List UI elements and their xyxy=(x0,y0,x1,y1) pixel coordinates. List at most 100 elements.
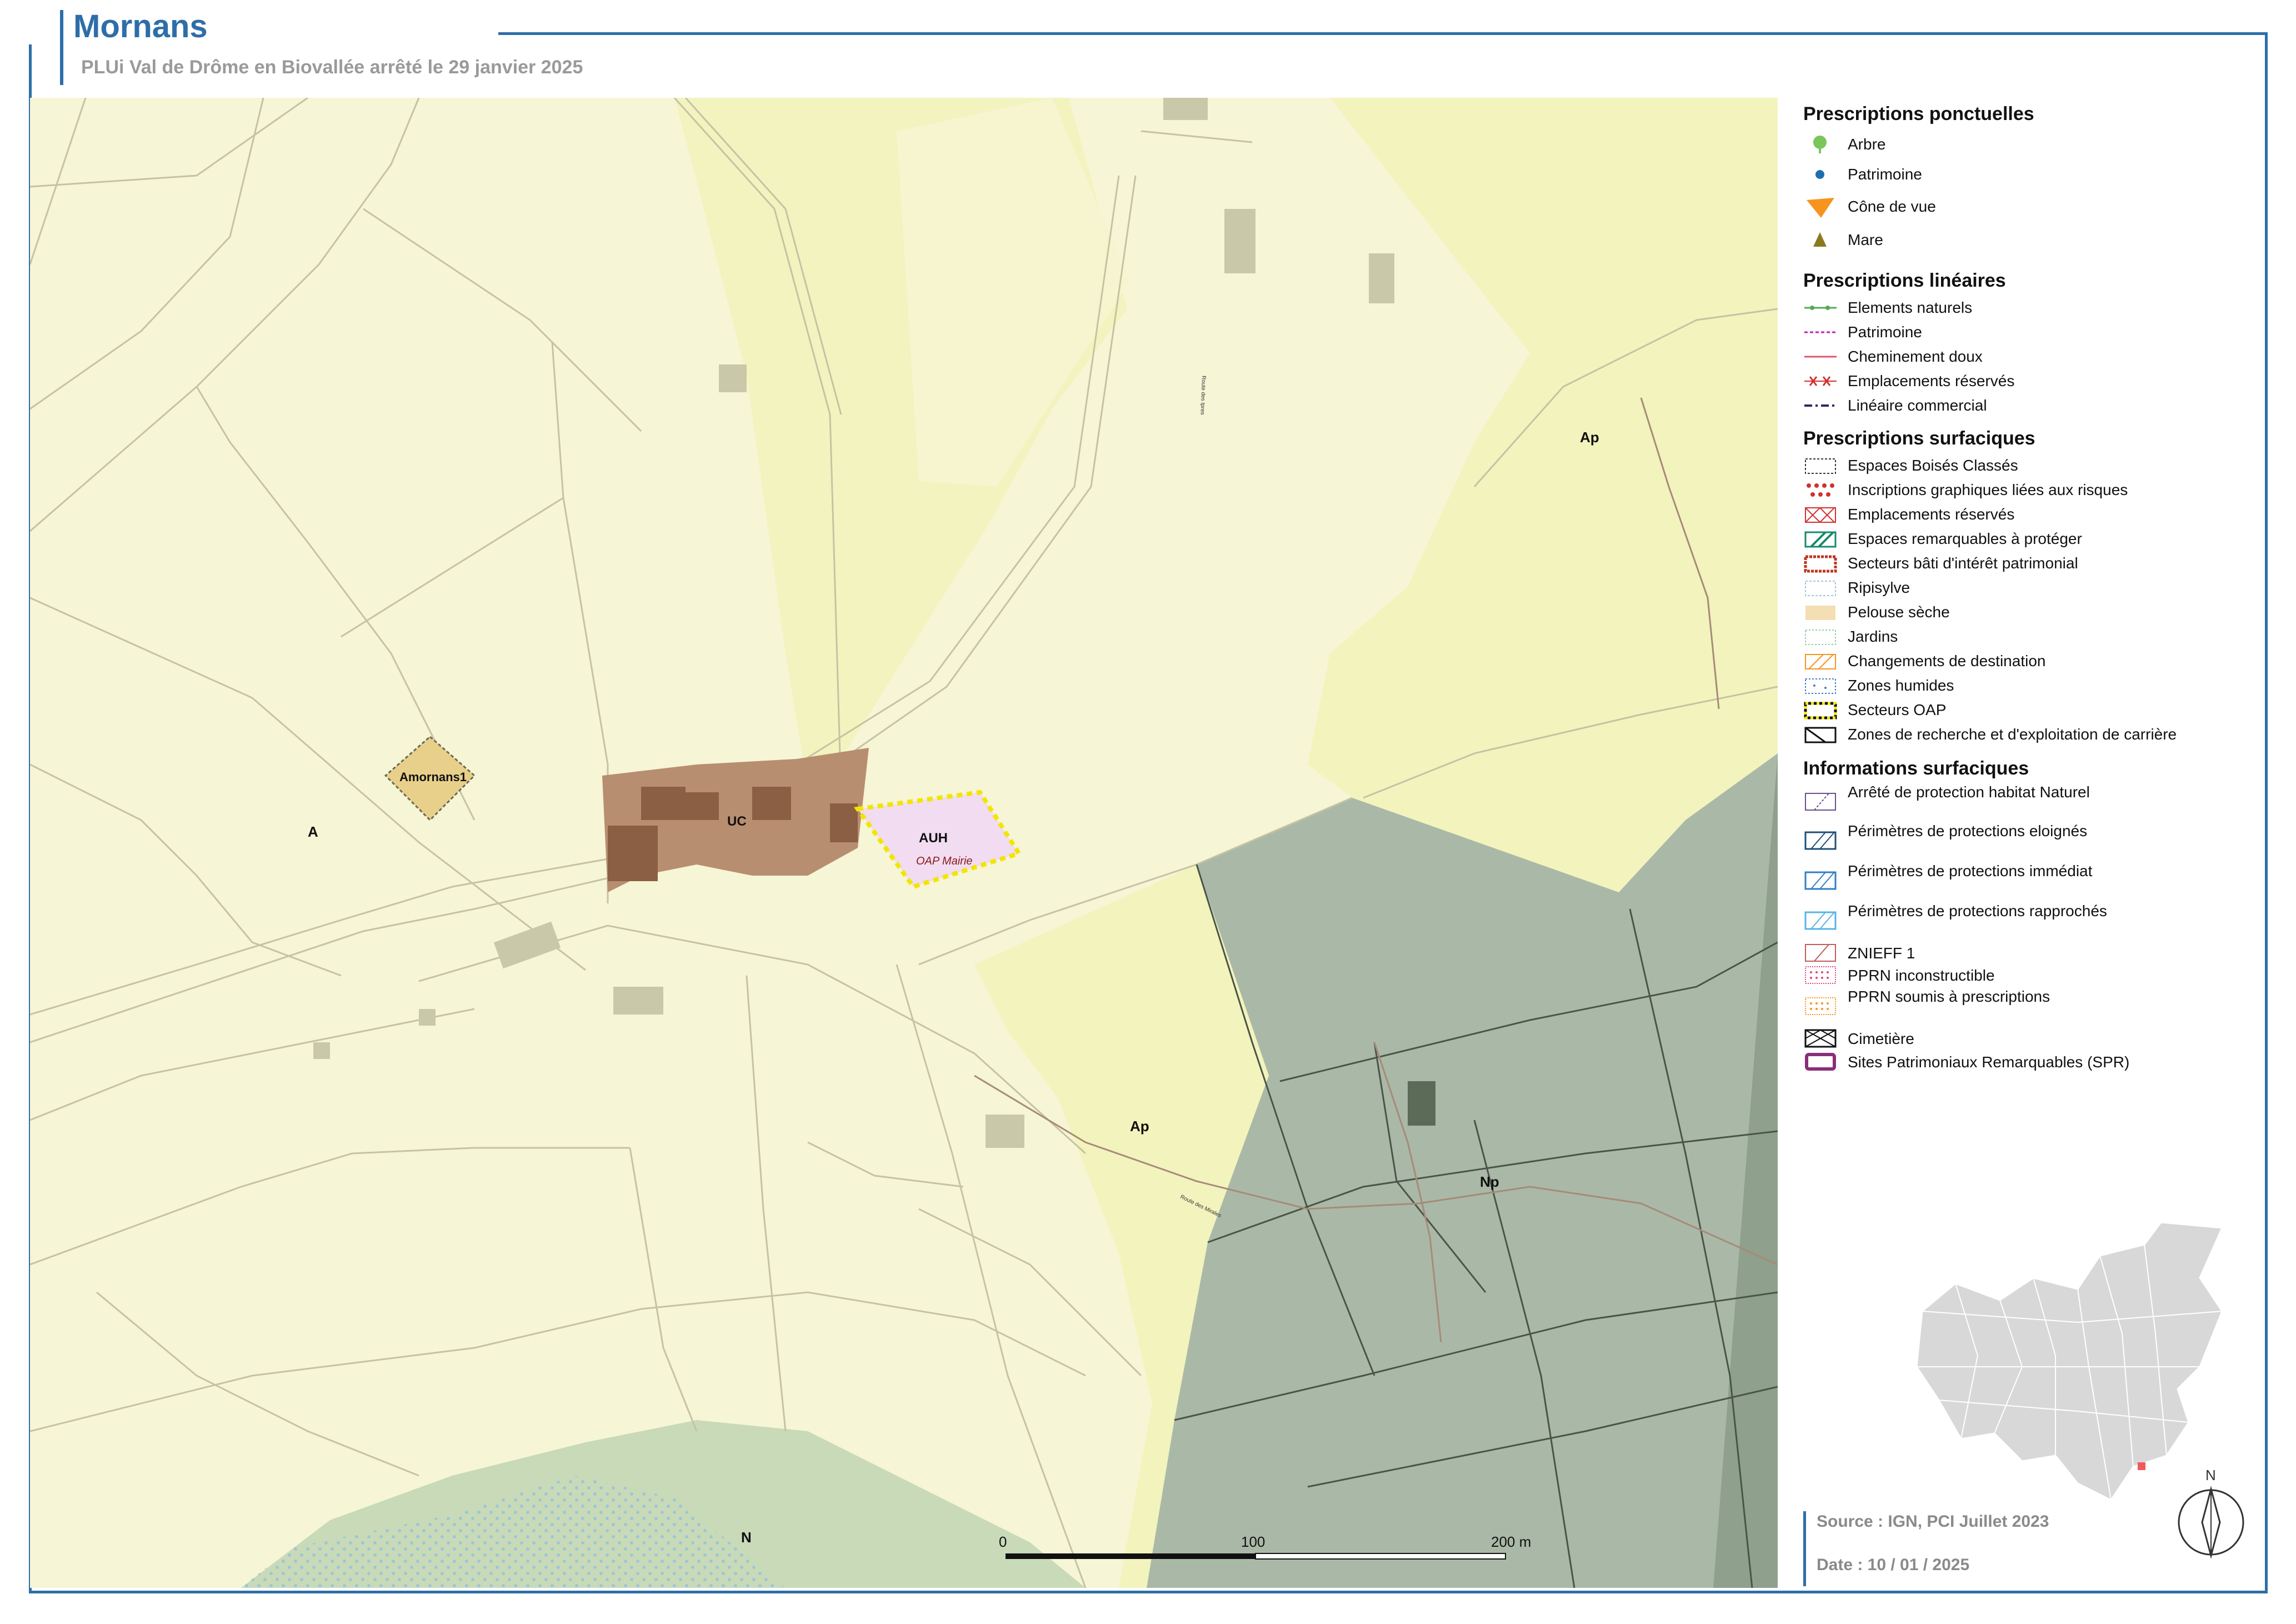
legend-item-label: Sites Patrimoniaux Remarquables (SPR) xyxy=(1848,1053,2130,1071)
legend-section-title: Prescriptions ponctuelles xyxy=(1803,103,2034,124)
legend-item-mare: Mare xyxy=(1803,228,2259,252)
legend-item-pprn-inconstructible: PPRN inconstructible xyxy=(1803,963,2259,988)
legend-item-label: Cheminement doux xyxy=(1848,348,1983,365)
orange-hatch-icon xyxy=(1805,654,1836,669)
legend-item-label: PPRN soumis à prescriptions xyxy=(1848,988,2050,1005)
wetland-icon xyxy=(1805,678,1836,694)
legend-item-label: Zones de recherche et d'exploitation de … xyxy=(1848,726,2177,743)
risk-dots-icon xyxy=(1805,483,1835,498)
legend-item-label: PPRN inconstructible xyxy=(1848,967,1995,984)
date-text: Date : 10 / 01 / 2025 xyxy=(1817,1556,1970,1574)
quarry-icon xyxy=(1804,727,1837,743)
legend-item-label: Espaces Boisés Classés xyxy=(1848,457,2018,474)
legend-item-zones-humides: Zones humides xyxy=(1803,673,2259,698)
legend-item-spr: Sites Patrimoniaux Remarquables (SPR) xyxy=(1803,1050,2259,1075)
spr-icon xyxy=(1805,1053,1836,1071)
legend-item-label: Cône de vue xyxy=(1848,198,1936,215)
legend-item-espaces-remarquables: Espaces remarquables à protéger xyxy=(1803,527,2259,551)
dotted-green-line-icon xyxy=(1804,306,1837,310)
zone-label-np: Np xyxy=(1480,1173,1499,1190)
legend-item-znieff: ZNIEFF 1 xyxy=(1803,941,2259,966)
legend-item-label: Elements naturels xyxy=(1848,299,1973,316)
legend-item-label: Périmètres de protections eloignés xyxy=(1848,822,2088,840)
dot-icon xyxy=(1815,170,1824,179)
legend-item-label: Jardins xyxy=(1848,628,1898,645)
lightblue-hatch-icon xyxy=(1804,911,1837,930)
legend-item-patrimoine-line: Patrimoine xyxy=(1803,320,2259,344)
zone-label-a: A xyxy=(308,823,318,840)
legend-item-pelouse-seche: Pelouse sèche xyxy=(1803,600,2259,624)
reserved-hatch-icon xyxy=(1805,507,1836,523)
ripisylve-icon xyxy=(1805,581,1836,596)
source-accent-bar xyxy=(1803,1511,1806,1586)
legend-item-bati-patrimonial: Secteurs bâti d'intérêt patrimonial xyxy=(1803,551,2259,576)
legend-item-label: Ripisylve xyxy=(1848,579,1910,596)
legend-item-risques: Inscriptions graphiques liées aux risque… xyxy=(1803,478,2259,502)
legend-item-arrete-protection: Arrêté de protection habitat Naturel xyxy=(1803,783,2259,815)
oap-border-icon xyxy=(1804,702,1837,719)
legend-item-jardins: Jardins xyxy=(1803,624,2259,649)
legend-item-label: Emplacements réservés xyxy=(1848,506,2015,523)
source-text: Source : IGN, PCI Juillet 2023 xyxy=(1817,1512,2049,1531)
north-arrow: N xyxy=(2178,1467,2244,1559)
scale-label-100: 100 xyxy=(1241,1533,1265,1550)
darkblue-hatch-icon xyxy=(1804,831,1837,850)
oap-label: OAP Mairie xyxy=(916,855,973,867)
north-label: N xyxy=(2205,1467,2216,1483)
legend-section-title: Prescriptions surfaciques xyxy=(1803,428,2035,449)
znieff-hatch-icon xyxy=(1805,944,1836,962)
legend-item-label: Périmètres de protections immédiat xyxy=(1848,862,2093,880)
pprn-orange-icon xyxy=(1805,997,1836,1015)
purple-hatch-icon xyxy=(1805,793,1836,811)
page-title: Mornans xyxy=(73,8,208,44)
legend-item-label: Changements de destination xyxy=(1848,652,2046,669)
legend-item-ebc: Espaces Boisés Classés xyxy=(1803,453,2259,478)
zone-label-auh: AUH xyxy=(919,831,948,846)
legend-item-ripisylve: Ripisylve xyxy=(1803,576,2259,600)
legend-item-label: Secteurs OAP xyxy=(1848,701,1947,718)
dashdot-line-icon xyxy=(1804,404,1837,407)
tree-icon xyxy=(1813,136,1827,153)
zone-np xyxy=(1147,753,1778,1588)
view-cone-icon xyxy=(1807,198,1834,218)
site-label: Amornans1 xyxy=(399,770,467,784)
legend-item-label: Espaces remarquables à protéger xyxy=(1848,530,2082,547)
map-svg[interactable]: A Ap Ap Np N UC AUH OAP Mairie Amornans1… xyxy=(30,98,1778,1588)
legend-item-lineaire-commercial: Linéaire commercial xyxy=(1803,393,2259,418)
legend-item-label: ZNIEFF 1 xyxy=(1848,945,1915,962)
jardins-icon xyxy=(1805,629,1836,645)
legend-item-perimetres-eloignes: Périmètres de protections eloignés xyxy=(1803,822,2259,853)
legend-item-label: Emplacements réservés xyxy=(1848,372,2015,389)
cemetery-icon xyxy=(1804,1029,1837,1048)
scale-label-0: 0 xyxy=(999,1533,1007,1550)
legend-item-label: Patrimoine xyxy=(1848,323,1922,341)
zone-label-n: N xyxy=(741,1529,752,1546)
legend-item-label: Arbre xyxy=(1848,136,1886,153)
legend-item-label: Inscriptions graphiques liées aux risque… xyxy=(1848,481,2128,498)
map-canvas[interactable]: A Ap Ap Np N UC AUH OAP Mairie Amornans1… xyxy=(30,98,1778,1588)
legend-item-elements-naturels: Elements naturels xyxy=(1803,296,2259,320)
locator-highlight xyxy=(2138,1462,2145,1470)
legend-item-arbre: Arbre xyxy=(1803,132,2259,157)
legend-item-label: Mare xyxy=(1848,231,1883,248)
ebc-icon xyxy=(1805,458,1836,474)
heritage-border-icon xyxy=(1804,555,1837,573)
legend-item-perimetres-rapproches: Périmètres de protections rapprochés xyxy=(1803,902,2259,933)
title-accent-bar xyxy=(60,10,63,85)
locator-territory xyxy=(1915,1222,2224,1501)
legend-item-label: Linéaire commercial xyxy=(1848,397,1987,414)
legend-item-cheminement-doux: Cheminement doux xyxy=(1803,344,2259,369)
legend-section-title: Prescriptions linéaires xyxy=(1803,270,2006,291)
legend-item-label: Zones humides xyxy=(1848,677,1954,694)
pprn-red-icon xyxy=(1805,966,1836,984)
legend-item-label: Cimetière xyxy=(1848,1030,1914,1047)
zone-label-ap-east: Ap xyxy=(1580,429,1599,446)
legend-item-changements-destination: Changements de destination xyxy=(1803,649,2259,673)
legend-item-cimetiere: Cimetière xyxy=(1803,1027,2259,1051)
legend-item-secteurs-oap: Secteurs OAP xyxy=(1803,698,2259,722)
legend-item-pprn-prescriptions: PPRN soumis à prescriptions xyxy=(1803,988,2259,1019)
crossed-line-icon xyxy=(1804,376,1837,386)
zone-label-uc: UC xyxy=(727,814,747,829)
green-hatch-icon xyxy=(1804,531,1837,548)
legend-section-title: Informations surfaciques xyxy=(1803,758,2029,779)
